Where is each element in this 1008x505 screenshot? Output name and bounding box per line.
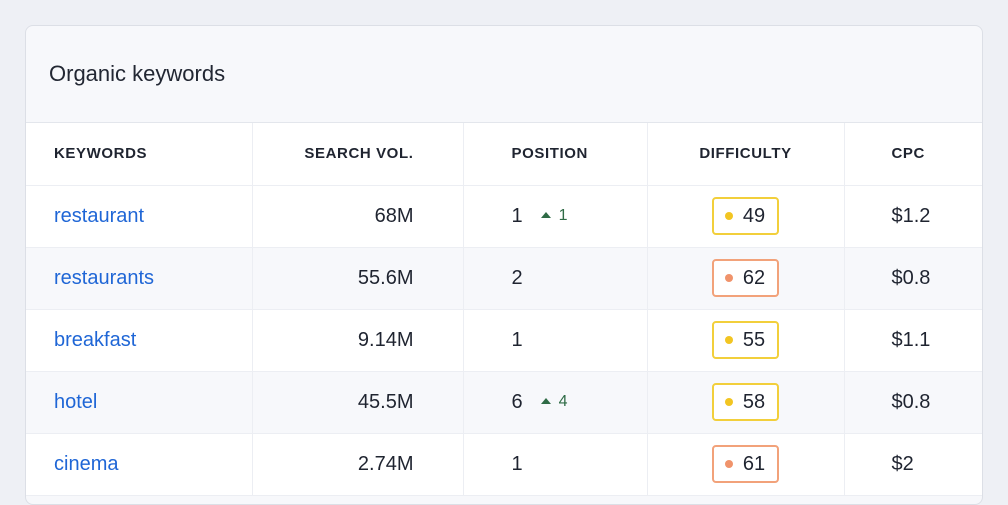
difficulty-cell: 55 (647, 309, 845, 372)
arrow-up-icon (540, 212, 551, 218)
difficulty-badge: 62 (711, 259, 780, 297)
difficulty-value: 58 (742, 390, 766, 413)
table-row: cinema 2.74M 1 61 $2 (26, 433, 982, 496)
table-row: hotel 45.5M 6 4 58 $0.8 (26, 371, 982, 434)
search-volume-cell: 45.5M (252, 371, 464, 434)
position-cell-content: 2 (512, 267, 523, 290)
cpc-cell: $2 (844, 433, 982, 496)
difficulty-value: 55 (742, 328, 766, 351)
keywords-table: KEYWORDS SEARCH VOL. POSITION DIFFICULTY… (26, 123, 982, 496)
organic-keywords-card: Organic keywords KEYWORDS SEARCH VOL. PO… (25, 25, 983, 505)
difficulty-badge: 58 (711, 383, 780, 421)
keyword-link[interactable]: restaurant (54, 205, 144, 227)
difficulty-dot-icon (724, 274, 733, 282)
cpc-cell: $1.2 (844, 185, 982, 248)
position-value: 1 (511, 204, 523, 227)
difficulty-badge: 55 (711, 321, 780, 359)
difficulty-value: 62 (742, 266, 766, 289)
difficulty-value: 61 (742, 452, 766, 475)
search-volume-cell: 55.6M (252, 247, 464, 310)
position-cell: 2 (463, 247, 648, 310)
position-change-value: 4 (558, 393, 568, 410)
table-header-row: KEYWORDS SEARCH VOL. POSITION DIFFICULTY… (26, 123, 982, 186)
column-header-position[interactable]: POSITION (463, 123, 648, 186)
difficulty-cell: 62 (647, 247, 845, 310)
keyword-link[interactable]: hotel (54, 391, 97, 413)
keyword-cell: restaurant (26, 185, 253, 248)
difficulty-cell: 49 (647, 185, 845, 248)
position-value: 1 (511, 328, 523, 351)
keyword-cell: restaurants (26, 247, 253, 310)
keyword-cell: hotel (26, 371, 253, 434)
position-change: 4 (540, 393, 568, 411)
difficulty-badge: 61 (711, 445, 780, 483)
difficulty-dot-icon (724, 460, 733, 468)
table-row: breakfast 9.14M 1 55 $1.1 (26, 309, 982, 372)
keyword-cell: cinema (26, 433, 253, 496)
difficulty-dot-icon (724, 398, 733, 406)
search-volume-cell: 68M (252, 185, 464, 248)
cpc-cell: $0.8 (844, 371, 982, 434)
search-volume-cell: 9.14M (252, 309, 464, 372)
keyword-link[interactable]: restaurants (54, 267, 154, 289)
cpc-cell: $0.8 (844, 247, 982, 310)
position-cell-content: 64 (512, 391, 568, 414)
difficulty-cell: 58 (647, 371, 845, 434)
table-row: restaurant 68M 1 1 49 $1.2 (26, 185, 982, 248)
position-cell: 11 (463, 185, 648, 248)
difficulty-cell: 61 (647, 433, 845, 496)
position-change: 1 (540, 207, 568, 225)
position-value: 1 (511, 452, 523, 475)
difficulty-dot-icon (724, 336, 733, 344)
position-value: 2 (511, 266, 523, 289)
card-title: Organic keywords (49, 61, 226, 86)
card-header: Organic keywords (26, 26, 982, 123)
search-volume-cell: 2.74M (252, 433, 464, 496)
position-cell-content: 11 (512, 205, 568, 228)
difficulty-dot-icon (724, 212, 733, 220)
difficulty-badge: 49 (711, 197, 780, 235)
keyword-link[interactable]: breakfast (54, 329, 136, 351)
column-header-cpc[interactable]: CPC (844, 123, 982, 186)
position-value: 6 (511, 390, 523, 413)
cpc-cell: $1.1 (844, 309, 982, 372)
keyword-link[interactable]: cinema (54, 453, 118, 475)
position-change-value: 1 (558, 207, 568, 224)
difficulty-value: 49 (742, 204, 766, 227)
arrow-up-icon (540, 398, 551, 404)
column-header-difficulty[interactable]: DIFFICULTY (647, 123, 845, 186)
position-cell: 1 (463, 309, 648, 372)
position-cell: 64 (463, 371, 648, 434)
keyword-cell: breakfast (26, 309, 253, 372)
column-header-keywords[interactable]: KEYWORDS (26, 123, 253, 186)
position-cell-content: 1 (512, 329, 523, 352)
table-row: restaurants 55.6M 2 62 $0.8 (26, 247, 982, 310)
position-cell-content: 1 (512, 453, 523, 476)
column-header-search-volume[interactable]: SEARCH VOL. (252, 123, 464, 186)
position-cell: 1 (463, 433, 648, 496)
